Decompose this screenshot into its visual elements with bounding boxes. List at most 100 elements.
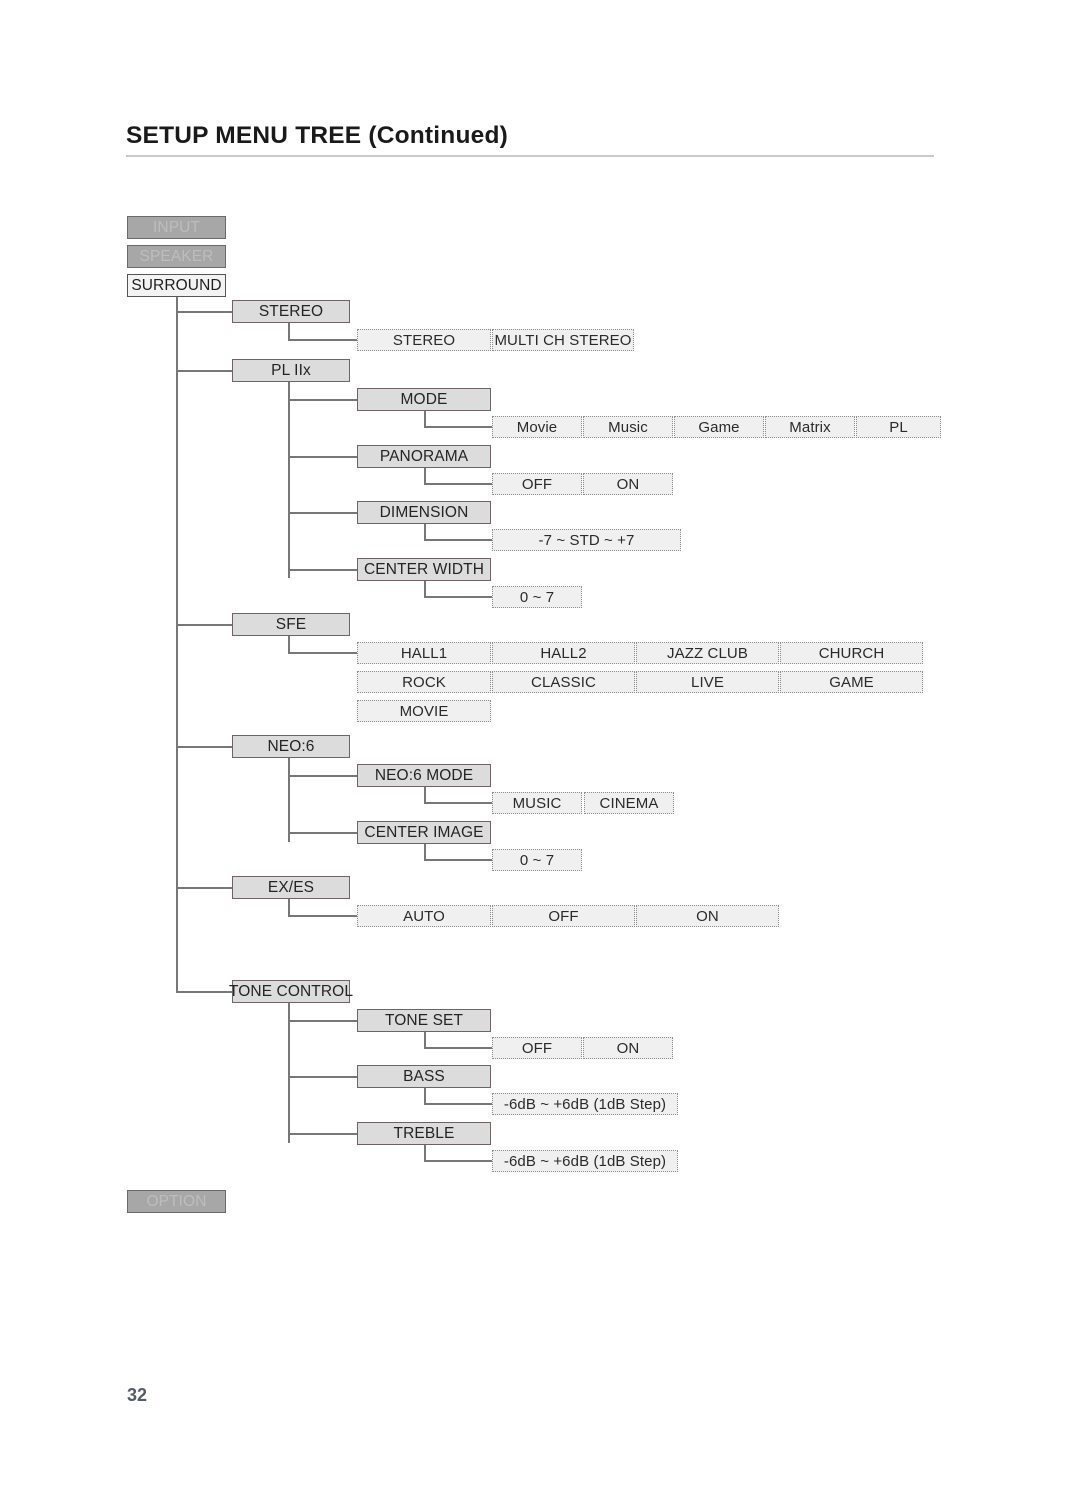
leaf-mode-pl[interactable]: PL (856, 416, 941, 438)
connector-tone-bass (288, 1076, 357, 1078)
leaf-panorama-on-label: ON (616, 475, 640, 493)
leaf-stereo-multi-ch-stereo[interactable]: MULTI CH STEREO (492, 329, 634, 351)
menu-node-pliix[interactable]: PL IIx (232, 359, 350, 382)
menu-node-dimension[interactable]: DIMENSION (357, 501, 491, 524)
connector-center-width-leaf (424, 596, 492, 598)
leaf-sfe-classic[interactable]: CLASSIC (492, 671, 635, 693)
menu-node-stereo[interactable]: STEREO (232, 300, 350, 323)
connector-tone-set-down (424, 1032, 426, 1048)
connector-mode-down (424, 411, 426, 427)
connector-surround-sfe (176, 624, 233, 626)
setup-menu-tree-diagram: INPUT SPEAKER SURROUND OPTION STEREO PL … (0, 0, 1080, 1492)
leaf-sfe-jazz-club-label: JAZZ CLUB (667, 644, 748, 662)
leaf-mode-game[interactable]: Game (674, 416, 764, 438)
leaf-bass-range-label: -6dB ~ +6dB (1dB Step) (503, 1095, 667, 1113)
menu-node-tone-set-label: TONE SET (384, 1011, 464, 1029)
leaf-center-width-range[interactable]: 0 ~ 7 (492, 586, 582, 608)
menu-node-input[interactable]: INPUT (127, 216, 226, 239)
leaf-panorama-on[interactable]: ON (583, 473, 673, 495)
menu-node-bass[interactable]: BASS (357, 1065, 491, 1088)
leaf-sfe-game-label: GAME (829, 673, 874, 691)
menu-node-treble[interactable]: TREBLE (357, 1122, 491, 1145)
leaf-bass-range[interactable]: -6dB ~ +6dB (1dB Step) (492, 1093, 678, 1115)
leaf-mode-matrix-label: Matrix (789, 418, 831, 436)
leaf-sfe-church[interactable]: CHURCH (780, 642, 923, 664)
menu-node-neo6-mode[interactable]: NEO:6 MODE (357, 764, 491, 787)
menu-node-input-label: INPUT (153, 218, 200, 236)
menu-node-treble-label: TREBLE (393, 1124, 455, 1142)
menu-node-exes-label: EX/ES (267, 878, 315, 896)
menu-node-exes[interactable]: EX/ES (232, 876, 350, 899)
menu-node-mode[interactable]: MODE (357, 388, 491, 411)
leaf-dimension-range[interactable]: -7 ~ STD ~ +7 (492, 529, 681, 551)
leaf-stereo-stereo-label: STEREO (392, 331, 456, 349)
leaf-mode-movie[interactable]: Movie (492, 416, 582, 438)
leaf-sfe-rock[interactable]: ROCK (357, 671, 491, 693)
connector-panorama-leaf (424, 483, 492, 485)
leaf-panorama-off-label: OFF (521, 475, 553, 493)
menu-node-speaker-label: SPEAKER (139, 247, 214, 265)
leaf-sfe-hall1[interactable]: HALL1 (357, 642, 491, 664)
menu-node-tone-control-label: TONE CONTROL (228, 982, 354, 1000)
leaf-tone-set-on[interactable]: ON (583, 1037, 673, 1059)
connector-neo6-mode-down (424, 787, 426, 803)
leaf-panorama-off[interactable]: OFF (492, 473, 582, 495)
menu-node-center-image[interactable]: CENTER IMAGE (357, 821, 491, 844)
leaf-mode-movie-label: Movie (516, 418, 558, 436)
menu-node-panorama[interactable]: PANORAMA (357, 445, 491, 468)
menu-node-stereo-label: STEREO (258, 302, 324, 320)
leaf-sfe-jazz-club[interactable]: JAZZ CLUB (636, 642, 779, 664)
leaf-exes-on-label: ON (696, 907, 719, 925)
menu-node-tone-control[interactable]: TONE CONTROL (228, 980, 354, 1003)
menu-node-tone-set[interactable]: TONE SET (357, 1009, 491, 1032)
leaf-sfe-game[interactable]: GAME (780, 671, 923, 693)
menu-node-speaker[interactable]: SPEAKER (127, 245, 226, 268)
connector-mode-leaf (424, 426, 492, 428)
page-number: 32 (127, 1385, 148, 1405)
connector-center-image-down (424, 844, 426, 860)
connector-neo6-center-image (288, 832, 357, 834)
menu-node-panorama-label: PANORAMA (379, 447, 469, 465)
leaf-neo6-mode-music[interactable]: MUSIC (492, 792, 582, 814)
leaf-exes-on[interactable]: ON (636, 905, 779, 927)
pliix-spine (288, 382, 290, 578)
neo6-spine (288, 758, 290, 842)
leaf-exes-auto[interactable]: AUTO (357, 905, 491, 927)
leaf-sfe-live-label: LIVE (691, 673, 724, 691)
connector-panorama-down (424, 468, 426, 484)
connector-treble-leaf (424, 1160, 492, 1162)
leaf-treble-range-label: -6dB ~ +6dB (1dB Step) (503, 1152, 667, 1170)
leaf-sfe-classic-label: CLASSIC (531, 673, 596, 691)
connector-center-width-down (424, 581, 426, 597)
leaf-tone-set-off[interactable]: OFF (492, 1037, 582, 1059)
connector-neo6-mode-leaf (424, 802, 492, 804)
leaf-mode-music[interactable]: Music (583, 416, 673, 438)
menu-node-mode-label: MODE (400, 390, 448, 408)
connector-bass-leaf (424, 1103, 492, 1105)
leaf-sfe-hall1-label: HALL1 (400, 644, 448, 662)
leaf-sfe-movie[interactable]: MOVIE (357, 700, 491, 722)
leaf-tone-set-off-label: OFF (521, 1039, 553, 1057)
leaf-sfe-rock-label: ROCK (402, 673, 446, 691)
leaf-mode-matrix[interactable]: Matrix (765, 416, 855, 438)
leaf-treble-range[interactable]: -6dB ~ +6dB (1dB Step) (492, 1150, 678, 1172)
menu-node-neo6[interactable]: NEO:6 (232, 735, 350, 758)
leaf-exes-off[interactable]: OFF (492, 905, 635, 927)
menu-node-sfe-label: SFE (275, 615, 307, 633)
tone-control-spine (288, 1003, 290, 1143)
menu-node-option[interactable]: OPTION (127, 1190, 226, 1213)
surround-spine (176, 297, 178, 993)
leaf-stereo-stereo[interactable]: STEREO (357, 329, 491, 351)
menu-node-sfe[interactable]: SFE (232, 613, 350, 636)
leaf-center-image-range[interactable]: 0 ~ 7 (492, 849, 582, 871)
connector-tone-treble (288, 1133, 357, 1135)
leaf-neo6-mode-music-label: MUSIC (512, 794, 562, 812)
menu-node-center-width[interactable]: CENTER WIDTH (357, 558, 491, 581)
leaf-stereo-multi-ch-stereo-label: MULTI CH STEREO (494, 331, 632, 349)
leaf-sfe-hall2-label: HALL2 (540, 644, 587, 662)
leaf-neo6-mode-cinema[interactable]: CINEMA (584, 792, 674, 814)
connector-sfe-leaf (288, 652, 357, 654)
leaf-sfe-hall2[interactable]: HALL2 (492, 642, 635, 664)
menu-node-surround[interactable]: SURROUND (127, 274, 226, 297)
leaf-sfe-live[interactable]: LIVE (636, 671, 779, 693)
